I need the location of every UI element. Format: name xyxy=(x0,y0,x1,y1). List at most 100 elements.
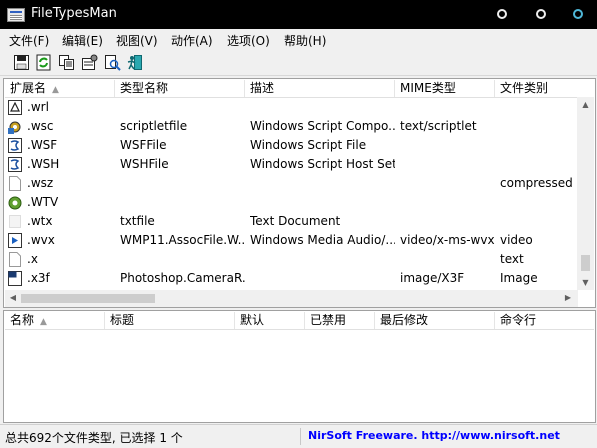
col-header-last-modified[interactable]: 最后修改 xyxy=(375,312,495,329)
cell-cat: Image xyxy=(500,271,538,285)
menu-file[interactable]: 文件(F) xyxy=(9,32,49,49)
col-header-name-label: 名称 xyxy=(10,313,35,327)
cell-desc xyxy=(250,98,395,117)
cell-desc xyxy=(250,193,395,212)
photoshop-file-icon xyxy=(8,271,22,286)
title-bar: FileTypesMan xyxy=(0,0,597,29)
horizontal-scroll-thumb[interactable] xyxy=(21,294,155,303)
cell-ext: .wsz xyxy=(27,176,54,190)
col-header-title[interactable]: 标题 xyxy=(105,312,235,329)
cell-type: txtfile xyxy=(120,214,155,228)
horizontal-scrollbar[interactable]: ◀ ▶ xyxy=(5,290,578,307)
cell-type: WSHFile xyxy=(120,157,169,171)
col-header-mime-type[interactable]: MIME类型 xyxy=(395,80,495,97)
col-header-command-line[interactable]: 命令行 xyxy=(495,312,596,329)
sort-ascending-icon: ▲ xyxy=(40,317,47,327)
menu-action[interactable]: 动作(A) xyxy=(171,32,213,49)
menu-edit[interactable]: 编辑(E) xyxy=(62,32,103,49)
refresh-icon[interactable] xyxy=(35,54,52,71)
script-component-icon xyxy=(8,119,22,134)
save-icon[interactable] xyxy=(13,54,30,71)
find-icon[interactable] xyxy=(104,54,121,71)
cell-type: WSFFile xyxy=(120,138,167,152)
actions-list[interactable]: 名称 ▲ 标题 默认 已禁用 最后修改 命令行 xyxy=(3,310,596,423)
table-row[interactable]: .WSH WSHFile Windows Script Host Set... xyxy=(5,155,578,174)
sort-ascending-icon: ▲ xyxy=(52,85,59,95)
col-header-extension[interactable]: 扩展名 ▲ xyxy=(5,80,115,97)
cell-ext: .WSF xyxy=(27,138,58,152)
cell-type: scriptletfile xyxy=(120,119,188,133)
cell-ext: .wrl xyxy=(27,100,49,114)
cell-mime: text/scriptlet xyxy=(400,119,477,133)
table-row[interactable]: .wrl xyxy=(5,98,578,117)
cell-mime xyxy=(400,155,495,174)
nirsoft-link[interactable]: NirSoft Freeware. http://www.nirsoft.net xyxy=(308,429,560,442)
scroll-right-icon[interactable]: ▶ xyxy=(563,293,573,302)
properties-icon[interactable] xyxy=(81,54,98,71)
cell-desc xyxy=(250,250,395,269)
cell-ext: .x3f xyxy=(27,271,50,285)
cell-ext: .wsc xyxy=(27,119,54,133)
cell-type xyxy=(120,250,245,269)
toolbar xyxy=(0,49,597,76)
menu-options[interactable]: 选项(O) xyxy=(227,32,270,49)
cell-cat xyxy=(500,193,575,212)
cell-cat xyxy=(500,98,575,117)
table-row[interactable]: .wsz compressed xyxy=(5,174,578,193)
menu-bar: 文件(F) 编辑(E) 视图(V) 动作(A) 选项(O) 帮助(H) xyxy=(0,29,597,49)
menu-view[interactable]: 视图(V) xyxy=(116,32,158,49)
col-header-disabled[interactable]: 已禁用 xyxy=(305,312,375,329)
cell-type xyxy=(120,98,245,117)
cell-cat: text xyxy=(500,252,524,266)
text-file-icon xyxy=(8,214,22,229)
cell-mime xyxy=(400,250,495,269)
cell-type xyxy=(120,193,245,212)
cell-mime: image/X3F xyxy=(400,271,465,285)
cell-mime: video/x-ms-wvx xyxy=(400,233,495,247)
cell-desc: Text Document xyxy=(250,214,341,228)
script-host-icon xyxy=(8,157,22,172)
col-header-extension-label: 扩展名 xyxy=(10,81,47,95)
app-icon xyxy=(7,8,25,22)
cell-ext: .wtx xyxy=(27,214,53,228)
maximize-button[interactable] xyxy=(536,9,546,19)
copy-icon[interactable] xyxy=(58,54,75,71)
exit-icon[interactable] xyxy=(126,54,143,71)
cell-ext: .wvx xyxy=(27,233,55,247)
col-header-type-name[interactable]: 类型名称 xyxy=(115,80,245,97)
status-bar: 总共692个文件类型, 已选择 1 个 NirSoft Freeware. ht… xyxy=(0,424,597,448)
actions-header: 名称 ▲ 标题 默认 已禁用 最后修改 命令行 xyxy=(5,312,594,330)
col-header-description[interactable]: 描述 xyxy=(245,80,395,97)
vertical-scroll-thumb[interactable] xyxy=(581,255,590,271)
cell-type: WMP11.AssocFile.W... xyxy=(120,233,245,247)
menu-help[interactable]: 帮助(H) xyxy=(284,32,326,49)
col-header-name[interactable]: 名称 ▲ xyxy=(5,312,105,329)
cell-mime xyxy=(400,212,495,231)
cell-cat: video xyxy=(500,233,533,247)
cell-cat xyxy=(500,155,575,174)
cell-mime xyxy=(400,98,495,117)
status-separator xyxy=(300,428,301,445)
media-file-icon xyxy=(8,195,22,210)
table-row[interactable]: .WTV xyxy=(5,193,578,212)
scroll-down-icon[interactable]: ▼ xyxy=(577,278,594,287)
scroll-up-icon[interactable]: ▲ xyxy=(577,100,594,109)
table-row[interactable]: .wsc scriptletfile Windows Script Compo...… xyxy=(5,117,578,136)
table-row[interactable]: .wvx WMP11.AssocFile.W... Windows Media Au… xyxy=(5,231,578,250)
table-row[interactable]: .wtx txtfile Text Document xyxy=(5,212,578,231)
table-row[interactable]: .WSF WSFFile Windows Script File xyxy=(5,136,578,155)
script-file-icon xyxy=(8,138,22,153)
cell-type xyxy=(120,174,245,193)
cell-mime xyxy=(400,174,495,193)
close-button[interactable] xyxy=(573,9,583,19)
cell-ext: .WSH xyxy=(27,157,60,171)
cell-desc: Windows Script File xyxy=(250,138,367,152)
scroll-left-icon[interactable]: ◀ xyxy=(8,293,18,302)
table-row[interactable]: .x3f Photoshop.CameraR... image/X3F Image xyxy=(5,269,578,288)
col-header-default[interactable]: 默认 xyxy=(235,312,305,329)
col-header-file-category[interactable]: 文件类别 xyxy=(495,80,576,97)
table-row[interactable]: .x text xyxy=(5,250,578,269)
vertical-scrollbar[interactable]: ▲ ▼ xyxy=(577,97,594,290)
file-types-list[interactable]: 扩展名 ▲ 类型名称 描述 MIME类型 文件类别 .wrl .wsc scriptl… xyxy=(3,78,596,308)
minimize-button[interactable] xyxy=(497,9,507,19)
